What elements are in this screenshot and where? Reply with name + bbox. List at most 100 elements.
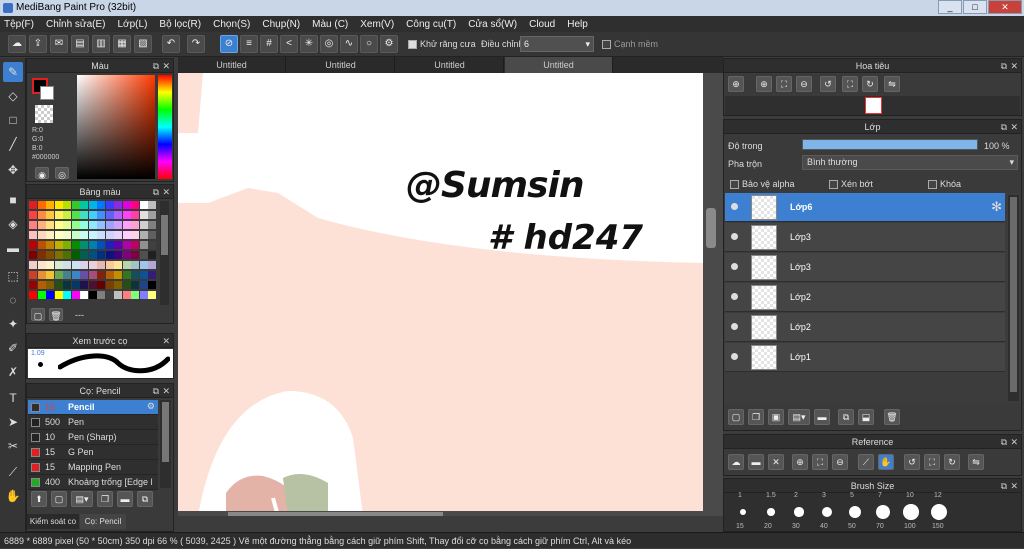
layer-row[interactable]: Lớp6 ✻ — [725, 193, 1005, 222]
antialias-option[interactable]: Khử răng cưa — [408, 39, 476, 50]
popout-icon[interactable]: ⧉ — [153, 384, 159, 398]
palette-swatch[interactable] — [37, 221, 46, 229]
palette-swatch[interactable] — [63, 271, 71, 279]
palette-swatch[interactable] — [63, 221, 71, 229]
eyedropper-icon[interactable]: ⟋ — [3, 462, 23, 482]
palette-swatch[interactable] — [97, 261, 105, 269]
palette-swatch[interactable] — [63, 211, 71, 219]
lock-checkbox[interactable] — [928, 180, 937, 190]
clip-option[interactable]: Xén bớt — [829, 179, 873, 190]
close-icon[interactable]: ✕ — [162, 59, 170, 73]
palette-swatch[interactable] — [71, 241, 80, 249]
palette-swatch[interactable] — [80, 251, 88, 259]
merge-layer-icon[interactable]: ⬓ — [858, 409, 874, 425]
lasso-tool-icon[interactable]: ◌ — [3, 290, 23, 310]
gradient-tool-icon[interactable]: ▬ — [3, 238, 23, 258]
saturation-value-picker[interactable] — [77, 75, 155, 179]
page-icon[interactable]: ▥ — [92, 35, 110, 53]
palette-swatch[interactable] — [122, 291, 131, 299]
tab-untitled-2[interactable]: Untitled — [287, 57, 395, 73]
palette-swatch[interactable] — [122, 231, 131, 239]
new-palette-icon[interactable]: ▢ — [31, 308, 45, 321]
brush-item-pen[interactable]: 500 Pen — [28, 415, 158, 430]
delete-palette-icon[interactable]: 🗑 — [49, 308, 63, 321]
transparent-swatch[interactable] — [35, 105, 53, 123]
folder-icon[interactable]: ▬ — [814, 409, 830, 425]
brush-size-option[interactable]: 3 40 — [814, 492, 840, 531]
new-halftone-layer-icon[interactable]: ❐ — [748, 409, 764, 425]
palette-swatch[interactable] — [114, 201, 122, 209]
palette-swatch[interactable] — [54, 261, 63, 269]
magic-wand-icon[interactable]: ✦ — [3, 314, 23, 334]
brush-size-option[interactable]: 5 50 — [842, 492, 868, 531]
close-icon[interactable]: ✕ — [162, 185, 170, 199]
palette-swatch[interactable] — [46, 291, 54, 299]
palette-swatch[interactable] — [71, 261, 80, 269]
palette-swatch[interactable] — [54, 281, 63, 289]
palette-swatch[interactable] — [46, 231, 54, 239]
palette-swatch[interactable] — [114, 221, 122, 229]
text-tool-icon[interactable]: T — [3, 388, 23, 408]
palette-swatch[interactable] — [63, 291, 71, 299]
popout-icon[interactable]: ⧉ — [1001, 120, 1007, 134]
palette-swatch[interactable] — [139, 281, 148, 289]
close-icon[interactable]: ✕ — [162, 384, 170, 398]
palette-swatch[interactable] — [139, 231, 148, 239]
close-reference-icon[interactable]: ✕ — [768, 454, 784, 470]
snap-grid-icon[interactable]: # — [260, 35, 278, 53]
palette-swatch[interactable] — [105, 291, 114, 299]
color-wheel-icon[interactable]: ◉ — [35, 167, 49, 180]
palette-swatch[interactable] — [139, 291, 148, 299]
brush-folder-icon[interactable]: ▬ — [117, 491, 133, 507]
palette-swatch[interactable] — [46, 241, 54, 249]
palette-swatch[interactable] — [71, 201, 80, 209]
gear-icon[interactable]: ⚙ — [147, 401, 155, 412]
snap-vanish-icon[interactable]: < — [280, 35, 298, 53]
palette-swatch[interactable] — [80, 291, 88, 299]
palette-swatch[interactable] — [63, 251, 71, 259]
palette-swatch[interactable] — [54, 241, 63, 249]
palette-swatch[interactable] — [88, 231, 97, 239]
palette-swatch[interactable] — [88, 211, 97, 219]
palette-swatch[interactable] — [63, 201, 71, 209]
snap-radial-icon[interactable]: ✳ — [300, 35, 318, 53]
palette-swatch[interactable] — [139, 211, 148, 219]
palette-swatch[interactable] — [122, 261, 131, 269]
palette-swatch[interactable] — [122, 281, 131, 289]
palette-swatch[interactable] — [105, 271, 114, 279]
palette-swatch[interactable] — [80, 211, 88, 219]
palette-swatch[interactable] — [122, 201, 131, 209]
duplicate-layer-icon[interactable]: ⧉ — [838, 409, 854, 425]
palette-swatch[interactable] — [114, 271, 122, 279]
tab-control[interactable]: Kiểm soát co — [27, 514, 79, 529]
palette-swatch[interactable] — [37, 201, 46, 209]
menu-help[interactable]: Help — [567, 19, 588, 30]
menu-view[interactable]: Xem(V) — [360, 19, 394, 30]
palette-swatch[interactable] — [80, 241, 88, 249]
protect-alpha-checkbox[interactable] — [730, 180, 739, 190]
palette-swatch[interactable] — [88, 271, 97, 279]
rotate-right-icon[interactable]: ↻ — [944, 454, 960, 470]
palette-swatch[interactable] — [114, 211, 122, 219]
palette-swatch[interactable] — [148, 231, 156, 239]
palette-swatch[interactable] — [148, 251, 156, 259]
popout-icon[interactable]: ⧉ — [1001, 435, 1007, 449]
palette-swatch[interactable] — [97, 201, 105, 209]
opacity-slider[interactable] — [802, 139, 978, 150]
close-button[interactable]: ✕ — [988, 0, 1022, 14]
palette-swatch[interactable] — [71, 281, 80, 289]
rect-tool-icon[interactable]: □ — [3, 110, 23, 130]
hue-slider[interactable] — [158, 75, 172, 179]
canvas-h-scrollbar[interactable] — [178, 511, 703, 516]
palette-swatch[interactable] — [105, 251, 114, 259]
palette-swatch[interactable] — [29, 281, 37, 289]
layer-row[interactable]: Lớp3 — [725, 253, 1005, 282]
tab-untitled-4[interactable]: Untitled — [505, 57, 613, 73]
palette-swatch[interactable] — [97, 281, 105, 289]
palette-swatch[interactable] — [29, 201, 37, 209]
close-icon[interactable]: ✕ — [1010, 435, 1018, 449]
brush-menu-icon[interactable]: ▤▾ — [71, 491, 93, 507]
palette-swatch[interactable] — [46, 261, 54, 269]
new-layer-icon[interactable]: ▢ — [728, 409, 744, 425]
brush-item-mapping-pen[interactable]: 15 Mapping Pen — [28, 460, 158, 475]
